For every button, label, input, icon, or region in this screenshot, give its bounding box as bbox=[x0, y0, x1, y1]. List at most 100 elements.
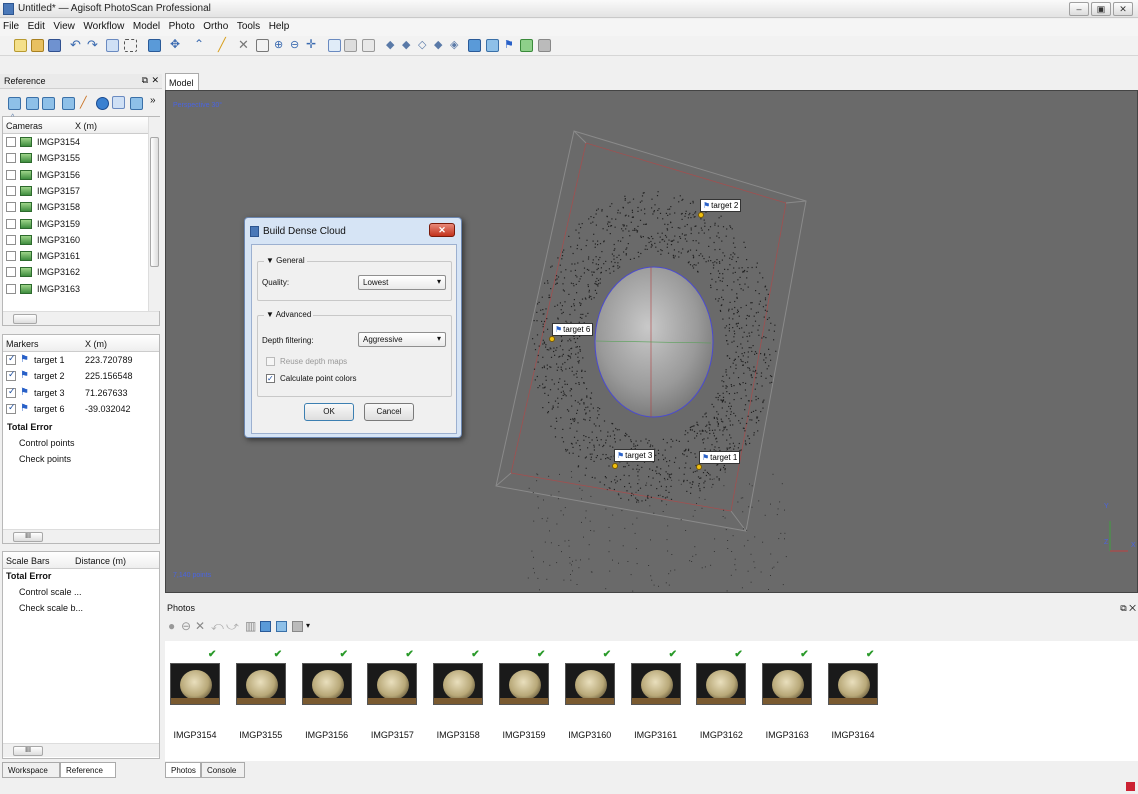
menu-tools[interactable]: Tools bbox=[234, 19, 263, 34]
camera-row[interactable]: IMGP3158 bbox=[3, 199, 146, 215]
close-window-button[interactable]: ✕ bbox=[1113, 2, 1133, 16]
scalebars-col-name[interactable]: Scale Bars bbox=[6, 556, 50, 566]
depth-filtering-select[interactable]: Aggressive ▾ bbox=[358, 332, 446, 347]
ok-button[interactable]: OK bbox=[304, 403, 354, 421]
menu-edit[interactable]: Edit bbox=[25, 19, 48, 34]
print-icon[interactable] bbox=[538, 39, 551, 52]
new-icon[interactable] bbox=[14, 39, 27, 52]
view-mode-icon[interactable] bbox=[148, 39, 161, 52]
restore-button[interactable]: ▣ bbox=[1091, 2, 1111, 16]
cameras-vscroll[interactable] bbox=[148, 117, 160, 311]
reset-filter-icon[interactable]: ▥ bbox=[245, 619, 256, 633]
navigation-icon[interactable] bbox=[106, 39, 119, 52]
redo-icon[interactable]: ↷ bbox=[87, 37, 100, 52]
marker-row[interactable]: ⚑ target 6 -39.032042 bbox=[3, 401, 159, 417]
rectangle-selection-icon[interactable] bbox=[124, 39, 137, 52]
photo-thumbnail[interactable] bbox=[630, 663, 681, 705]
photo-thumbnail[interactable] bbox=[433, 663, 484, 705]
camera-checkbox[interactable] bbox=[6, 185, 16, 196]
table-icon[interactable] bbox=[42, 97, 55, 110]
marker-row[interactable]: ⚑ target 2 225.156548 bbox=[3, 368, 159, 384]
minimize-button[interactable]: ‒ bbox=[1069, 2, 1089, 16]
export-icon[interactable] bbox=[26, 97, 39, 110]
marker-target-1[interactable]: ⚑target 1 bbox=[699, 451, 741, 464]
marker-checkbox[interactable] bbox=[6, 402, 16, 414]
camera-checkbox[interactable] bbox=[6, 267, 16, 278]
photo-thumbnail[interactable] bbox=[235, 663, 286, 705]
scalebars-check[interactable]: Check scale b... bbox=[3, 601, 159, 617]
reuse-depth-maps-checkbox[interactable] bbox=[266, 357, 275, 366]
camera-row[interactable]: IMGP3159 bbox=[3, 216, 146, 232]
show-info-icon[interactable] bbox=[276, 621, 287, 632]
cameras-col-name[interactable]: Cameras bbox=[6, 121, 43, 131]
menu-model[interactable]: Model bbox=[130, 19, 163, 34]
menu-workflow[interactable]: Workflow bbox=[80, 19, 127, 34]
cancel-button[interactable]: Cancel bbox=[364, 403, 414, 421]
undock-icon[interactable]: ⧉ bbox=[142, 75, 148, 86]
photo-thumbnail[interactable] bbox=[367, 663, 418, 705]
undo-icon[interactable]: ↶ bbox=[70, 37, 83, 52]
show-shapes-icon[interactable] bbox=[486, 39, 499, 52]
tab-photos[interactable]: Photos bbox=[165, 762, 201, 778]
camera-row[interactable]: IMGP3163 bbox=[3, 281, 146, 297]
move-object-icon[interactable]: ✥ bbox=[170, 37, 183, 51]
calculator-icon[interactable] bbox=[62, 97, 75, 110]
marker-target-3[interactable]: ⚑target 3 bbox=[614, 449, 656, 462]
menu-file[interactable]: File bbox=[0, 19, 22, 34]
menu-ortho[interactable]: Ortho bbox=[200, 19, 231, 34]
camera-checkbox[interactable] bbox=[6, 137, 16, 147]
menu-help[interactable]: Help bbox=[266, 19, 293, 34]
calculate-colors-checkbox[interactable]: ✓ bbox=[266, 374, 275, 383]
show-region-icon[interactable] bbox=[344, 39, 357, 52]
marker-target-2[interactable]: ⚑target 2 bbox=[700, 199, 742, 212]
rotate-object-icon[interactable]: ⌃ bbox=[194, 37, 207, 51]
shaded-icon[interactable]: ◆ bbox=[386, 38, 399, 51]
camera-row[interactable]: IMGP3155 bbox=[3, 150, 146, 166]
marker-checkbox[interactable] bbox=[6, 353, 16, 365]
markers-hscroll-thumb[interactable]: III bbox=[13, 532, 43, 542]
marker-checkbox[interactable] bbox=[6, 386, 16, 398]
markers-hscroll[interactable]: III bbox=[3, 529, 159, 543]
wand-icon[interactable]: ╱ bbox=[80, 96, 93, 109]
remove-icon[interactable]: ✕ bbox=[195, 619, 205, 633]
open-icon[interactable] bbox=[31, 39, 44, 52]
markers-col-x[interactable]: X (m) bbox=[85, 339, 107, 349]
menu-photo[interactable]: Photo bbox=[166, 19, 198, 34]
camera-row[interactable]: IMGP3160 bbox=[3, 232, 146, 248]
photo-thumbnail[interactable] bbox=[301, 663, 352, 705]
cameras-hscroll-thumb[interactable] bbox=[13, 314, 37, 324]
photo-thumbnail[interactable] bbox=[564, 663, 615, 705]
camera-row[interactable]: IMGP3156 bbox=[3, 167, 146, 183]
cameras-hscroll[interactable] bbox=[3, 311, 159, 325]
zoom-in-icon[interactable]: ⊕ bbox=[274, 38, 287, 51]
rotate-right-icon[interactable]: ⤻ bbox=[226, 619, 239, 634]
tab-console[interactable]: Console bbox=[201, 762, 245, 778]
crop-selection-icon[interactable] bbox=[256, 39, 269, 52]
wireframe-icon[interactable]: ◇ bbox=[418, 38, 431, 51]
advanced-group-label[interactable]: ▼ Advanced bbox=[264, 310, 314, 319]
delete-selection-icon[interactable]: ✕ bbox=[238, 37, 251, 52]
ruler-icon[interactable]: ╱ bbox=[218, 37, 231, 52]
camera-checkbox[interactable] bbox=[6, 283, 16, 294]
camera-checkbox[interactable] bbox=[6, 169, 16, 180]
zoom-out-icon[interactable]: ⊖ bbox=[290, 38, 303, 51]
photo-thumbnail[interactable] bbox=[696, 663, 747, 705]
show-markers-icon[interactable]: ⚑ bbox=[504, 38, 517, 51]
general-group-label[interactable]: ▼ General bbox=[264, 256, 307, 265]
marker-row[interactable]: ⚑ target 1 223.720789 bbox=[3, 352, 159, 368]
markers-check-points[interactable]: Check points bbox=[3, 452, 159, 468]
photo-thumbnail[interactable] bbox=[762, 663, 813, 705]
show-images-icon[interactable] bbox=[468, 39, 481, 52]
scalebars-hscroll-thumb[interactable]: III bbox=[13, 746, 43, 756]
marker-target-6[interactable]: ⚑target 6 bbox=[552, 323, 594, 336]
view-mode-icon[interactable] bbox=[292, 621, 303, 632]
photo-thumbnail[interactable] bbox=[828, 663, 878, 705]
settings-icon[interactable] bbox=[130, 97, 143, 110]
scalebars-col-distance[interactable]: Distance (m) bbox=[75, 556, 126, 566]
camera-row[interactable]: IMGP3162 bbox=[3, 264, 146, 280]
point-cloud-icon[interactable] bbox=[362, 39, 375, 52]
scalebars-control[interactable]: Control scale ... bbox=[3, 585, 159, 601]
reset-view-icon[interactable]: ✛ bbox=[306, 37, 319, 51]
camera-row[interactable]: IMGP3154 bbox=[3, 134, 146, 150]
tiled-model-icon[interactable]: ◈ bbox=[450, 38, 463, 51]
